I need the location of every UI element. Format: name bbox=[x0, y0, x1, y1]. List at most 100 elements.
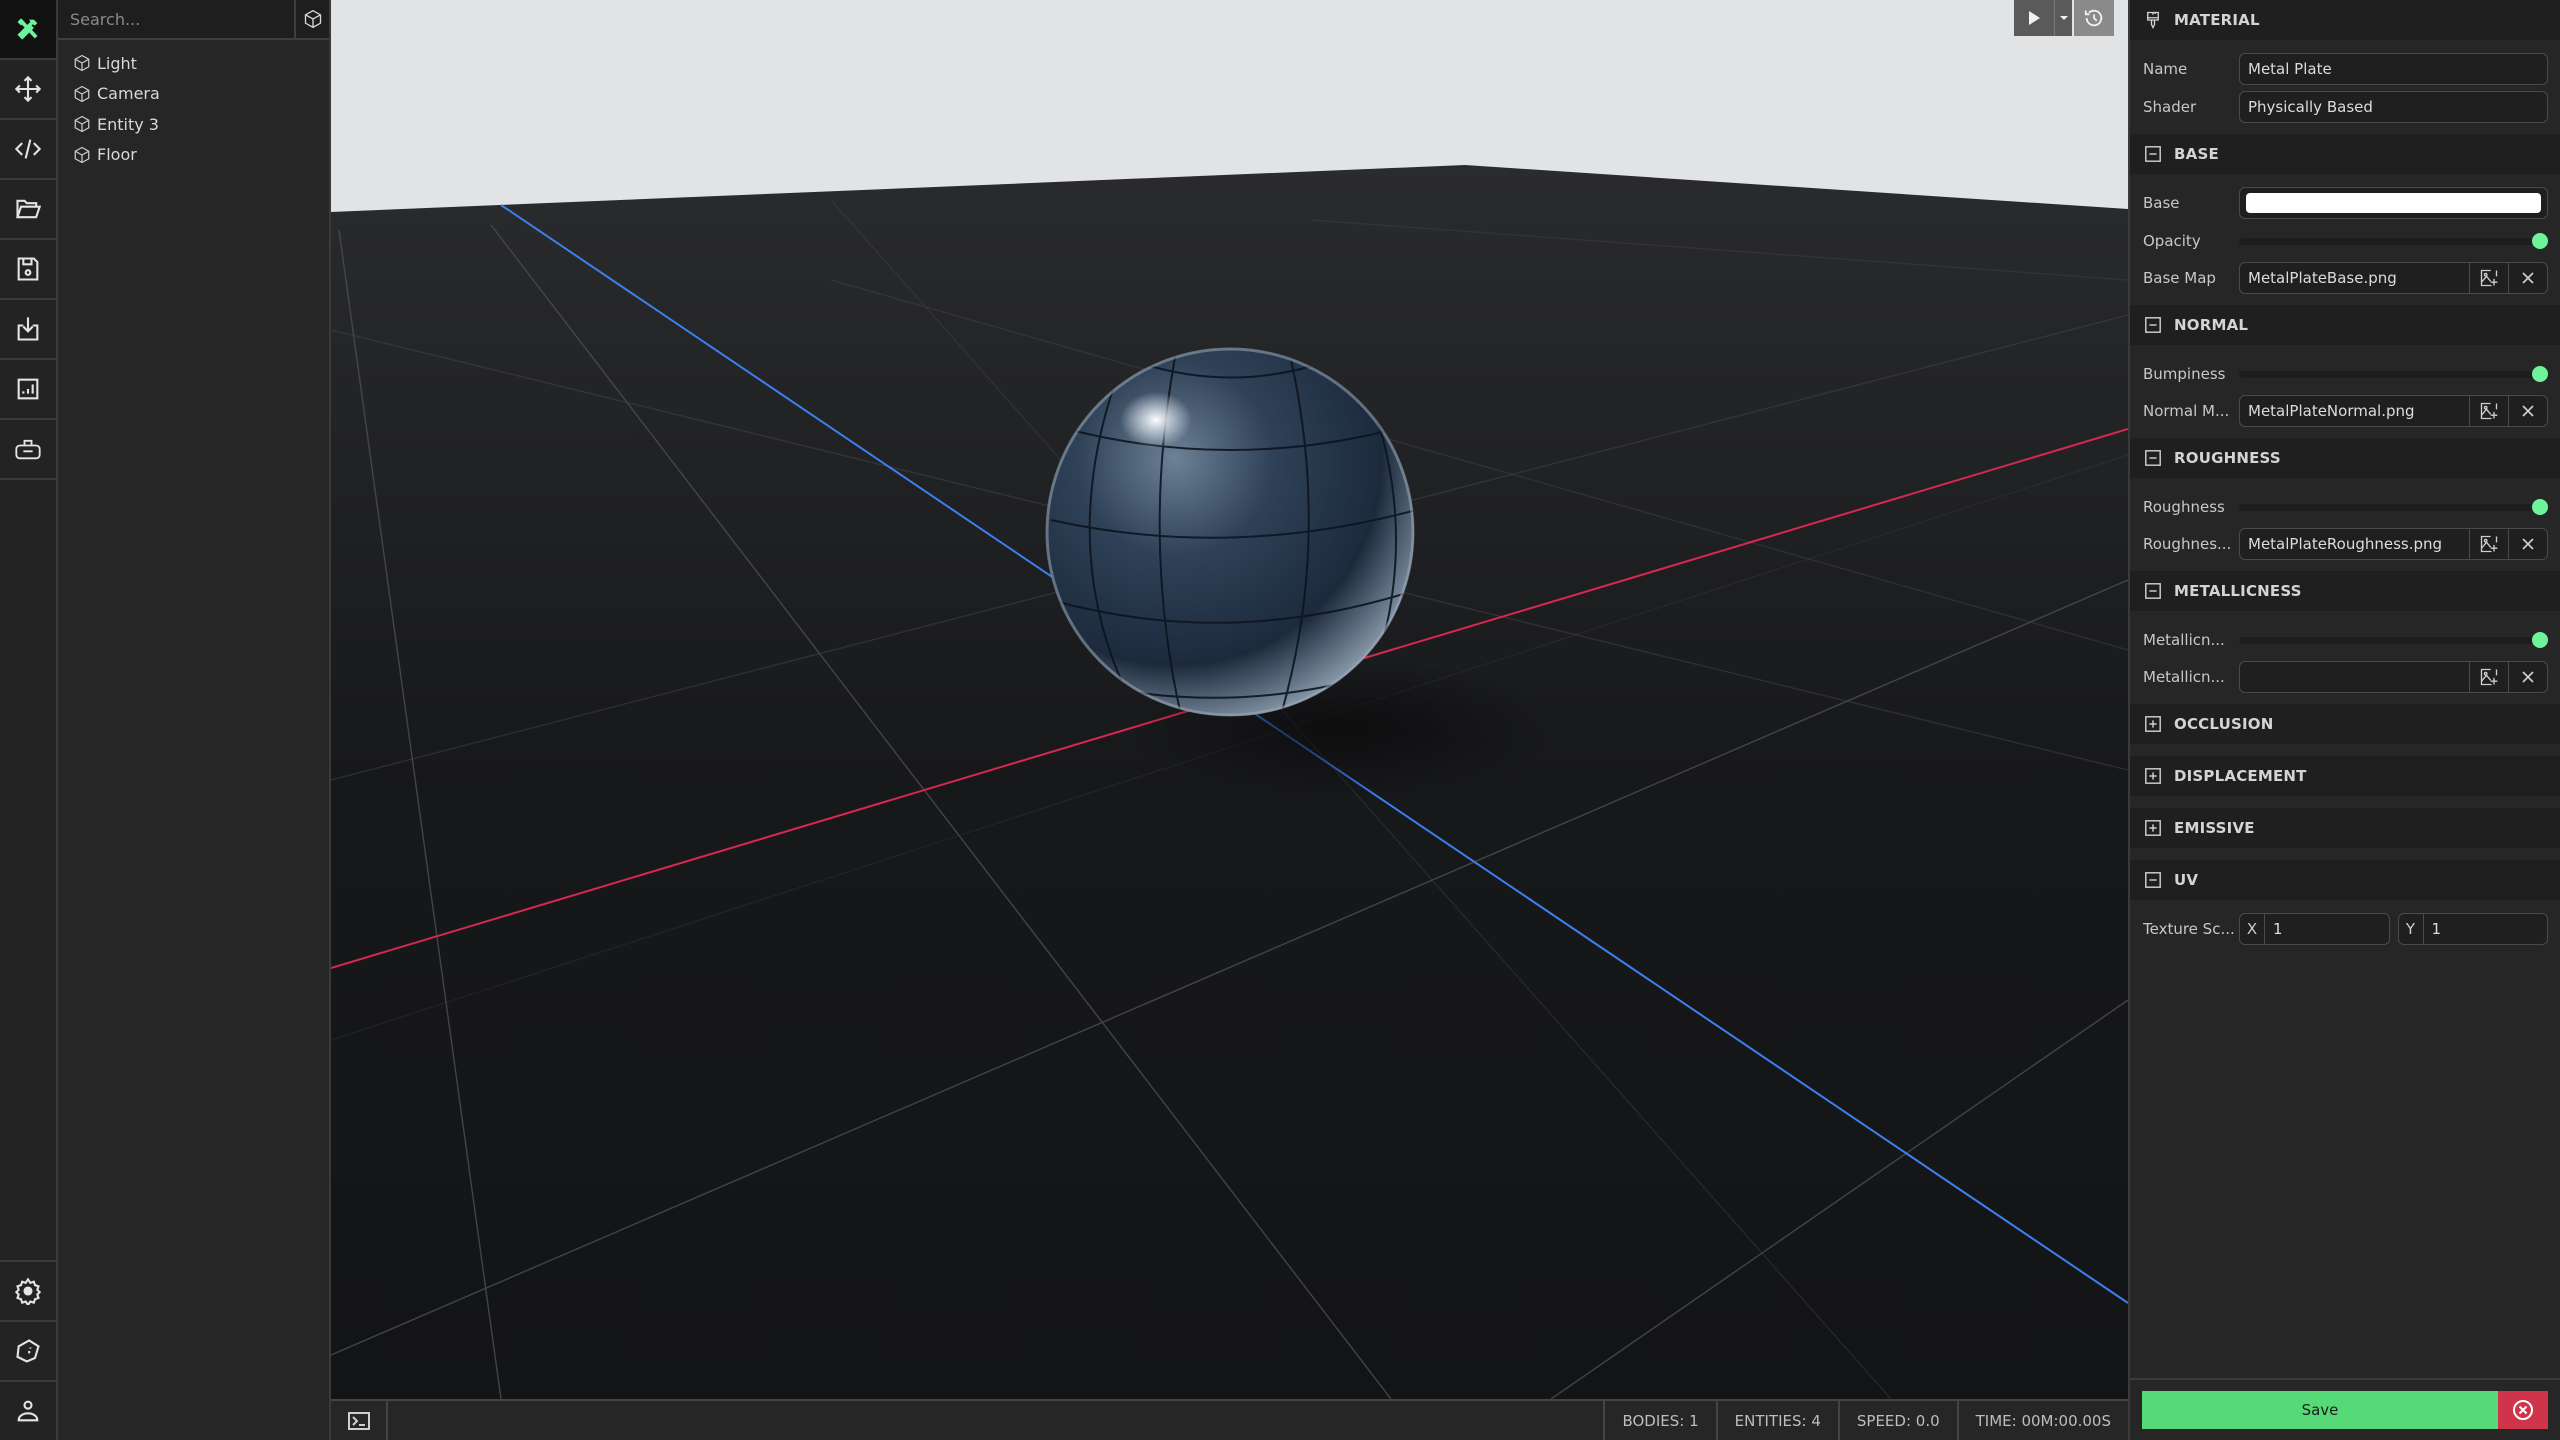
entity-item-floor[interactable]: Floor bbox=[58, 140, 329, 171]
texture-scale-x-input[interactable] bbox=[2265, 914, 2389, 944]
tags-button[interactable] bbox=[0, 1320, 56, 1380]
entity-item-entity-3[interactable]: Entity 3 bbox=[58, 109, 329, 140]
roughness-slider[interactable] bbox=[2239, 495, 2548, 519]
roughness-map-row: Roughnes... bbox=[2130, 525, 2560, 563]
normal-map-input[interactable] bbox=[2240, 396, 2469, 426]
play-icon bbox=[2029, 11, 2040, 25]
add-image-icon bbox=[2480, 269, 2498, 287]
slider-knob[interactable] bbox=[2532, 365, 2548, 382]
3d-viewport[interactable] bbox=[331, 0, 2128, 1399]
status-bar: BODIES: 1 ENTITIES: 4 SPEED: 0.0 TIME: 0… bbox=[331, 1399, 2128, 1440]
save-button[interactable]: Save bbox=[2142, 1391, 2498, 1429]
entity-item-light[interactable]: Light bbox=[58, 48, 329, 79]
base-map-clear-button[interactable] bbox=[2508, 263, 2547, 293]
caret-down-icon bbox=[2059, 16, 2068, 20]
play-button[interactable] bbox=[2014, 0, 2054, 36]
metallicness-map-browse-button[interactable] bbox=[2469, 662, 2508, 692]
scene-canvas[interactable] bbox=[331, 0, 2128, 1399]
play-options-dropdown[interactable] bbox=[2054, 0, 2072, 36]
section-title: OCCLUSION bbox=[2174, 715, 2274, 733]
entity-label: Camera bbox=[97, 84, 160, 104]
move-arrows-icon bbox=[14, 75, 42, 103]
slider-knob[interactable] bbox=[2532, 631, 2548, 648]
cube-icon bbox=[74, 116, 90, 133]
metallicness-label: Metallicn... bbox=[2143, 630, 2225, 649]
open-folder-button[interactable] bbox=[0, 180, 56, 240]
statistics-button[interactable] bbox=[0, 360, 56, 420]
material-name-input[interactable] bbox=[2240, 54, 2547, 84]
vr-button[interactable] bbox=[0, 420, 56, 480]
opacity-slider[interactable] bbox=[2239, 229, 2548, 253]
section-gap bbox=[2130, 744, 2560, 756]
scene-search-input[interactable] bbox=[58, 0, 296, 38]
slider-knob[interactable] bbox=[2532, 232, 2548, 249]
metallicness-map-clear-button[interactable] bbox=[2508, 662, 2547, 692]
collapse-minus-icon bbox=[2145, 872, 2161, 888]
section-body-normal: Bumpiness Normal M... bbox=[2130, 345, 2560, 438]
base-map-browse-button[interactable] bbox=[2469, 263, 2508, 293]
add-entity-button[interactable] bbox=[296, 0, 329, 38]
metal-sphere[interactable] bbox=[1045, 347, 1416, 717]
settings-button[interactable] bbox=[0, 1260, 56, 1320]
console-toggle-button[interactable] bbox=[331, 1401, 388, 1440]
base-color-label: Base bbox=[2143, 194, 2180, 212]
section-title: METALLICNESS bbox=[2174, 582, 2302, 600]
expand-plus-icon bbox=[2145, 820, 2161, 836]
transform-button[interactable] bbox=[0, 60, 56, 120]
code-button[interactable] bbox=[0, 120, 56, 180]
section-title: EMISSIVE bbox=[2174, 819, 2255, 837]
section-header-displacement[interactable]: DISPLACEMENT bbox=[2130, 756, 2560, 796]
cube-icon bbox=[74, 85, 90, 102]
texture-scale-row: Texture Sc... X Y bbox=[2130, 910, 2560, 948]
import-download-icon bbox=[17, 317, 39, 341]
time-readout: TIME: 00M:00.00S bbox=[1956, 1401, 2128, 1440]
section-header-base[interactable]: BASE bbox=[2130, 134, 2560, 174]
base-color-swatch bbox=[2246, 193, 2541, 213]
add-image-icon bbox=[2480, 535, 2498, 553]
save-scene-button[interactable] bbox=[0, 240, 56, 300]
roughness-map-browse-button[interactable] bbox=[2469, 529, 2508, 559]
material-header: MATERIAL bbox=[2130, 0, 2560, 40]
entity-item-camera[interactable]: Camera bbox=[58, 79, 329, 110]
account-button[interactable] bbox=[0, 1380, 56, 1440]
close-icon bbox=[2522, 671, 2534, 683]
cube-icon bbox=[74, 146, 90, 163]
tools-logo-button[interactable] bbox=[0, 0, 56, 60]
import-button[interactable] bbox=[0, 300, 56, 360]
slider-knob[interactable] bbox=[2532, 498, 2548, 515]
name-label: Name bbox=[2143, 60, 2188, 78]
opacity-label: Opacity bbox=[2143, 231, 2201, 250]
roughness-map-clear-button[interactable] bbox=[2508, 529, 2547, 559]
section-header-emissive[interactable]: EMISSIVE bbox=[2130, 808, 2560, 848]
texture-scale-label: Texture Sc... bbox=[2143, 920, 2235, 938]
entities-count: ENTITIES: 4 bbox=[1715, 1401, 1838, 1440]
shader-select[interactable] bbox=[2240, 92, 2547, 122]
stats-chart-icon bbox=[17, 378, 39, 400]
status-spacer bbox=[388, 1401, 1603, 1440]
base-color-picker[interactable] bbox=[2239, 187, 2548, 219]
section-header-occlusion[interactable]: OCCLUSION bbox=[2130, 704, 2560, 744]
metallicness-slider[interactable] bbox=[2239, 628, 2548, 652]
section-header-uv[interactable]: UV bbox=[2130, 860, 2560, 900]
section-header-normal[interactable]: NORMAL bbox=[2130, 305, 2560, 345]
history-icon bbox=[2084, 9, 2103, 27]
section-header-metallicness[interactable]: METALLICNESS bbox=[2130, 571, 2560, 611]
cube-icon bbox=[74, 55, 90, 72]
normal-map-browse-button[interactable] bbox=[2469, 396, 2508, 426]
cancel-button[interactable] bbox=[2498, 1391, 2548, 1429]
bumpiness-label: Bumpiness bbox=[2143, 364, 2226, 383]
reset-history-button[interactable] bbox=[2074, 0, 2114, 36]
metallicness-map-input[interactable] bbox=[2240, 662, 2469, 692]
roughness-map-input[interactable] bbox=[2240, 529, 2469, 559]
base-map-input[interactable] bbox=[2240, 263, 2469, 293]
tools-logo-icon bbox=[17, 18, 38, 40]
entity-list: Light Camera Entity 3 Floor bbox=[58, 40, 329, 170]
section-header-roughness[interactable]: ROUGHNESS bbox=[2130, 438, 2560, 478]
texture-scale-y-input[interactable] bbox=[2423, 914, 2547, 944]
save-disk-icon bbox=[17, 257, 39, 281]
add-image-icon bbox=[2480, 668, 2498, 686]
bumpiness-slider[interactable] bbox=[2239, 362, 2548, 386]
collapse-minus-icon bbox=[2145, 317, 2161, 333]
section-title: BASE bbox=[2174, 145, 2219, 163]
normal-map-clear-button[interactable] bbox=[2508, 396, 2547, 426]
